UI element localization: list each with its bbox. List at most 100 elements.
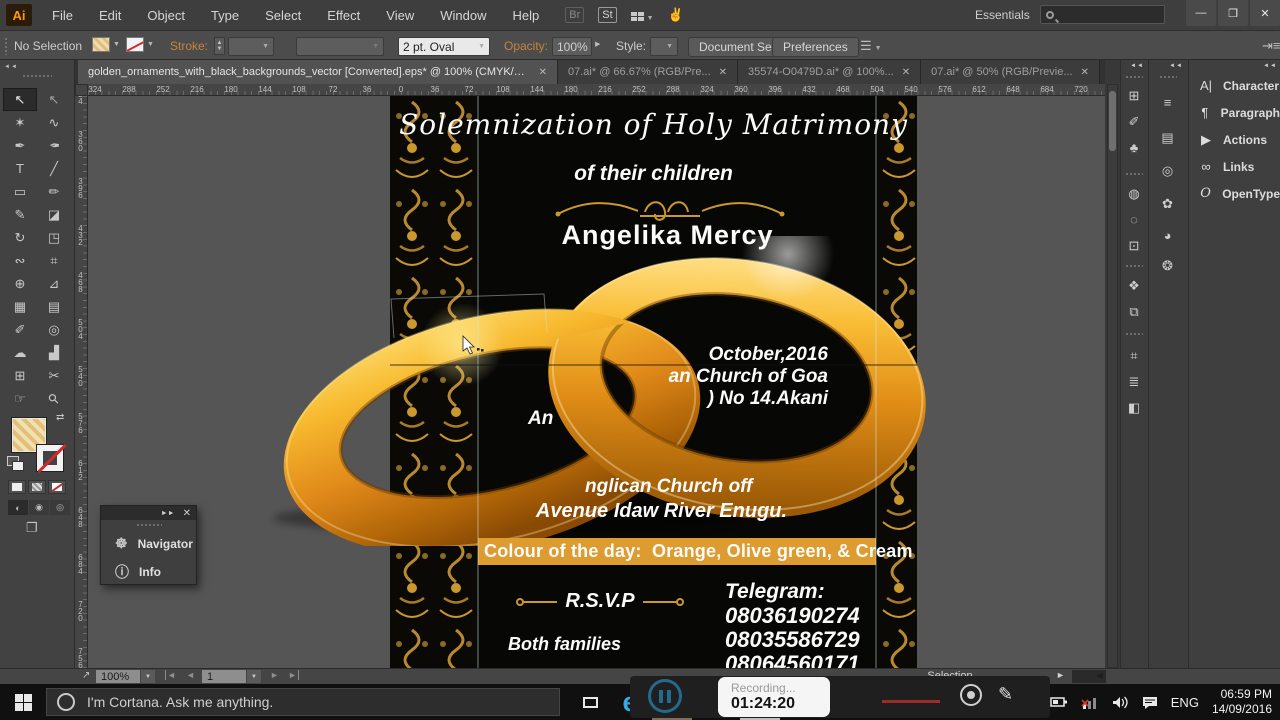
color-panel-icon[interactable]: ✿ bbox=[1162, 196, 1173, 212]
webcam-icon[interactable] bbox=[960, 684, 982, 706]
minimize-button[interactable]: — bbox=[1186, 0, 1216, 26]
prev-artboard-icon[interactable]: ◄ bbox=[186, 670, 195, 680]
dock-collapse-icon[interactable]: ◄◄ bbox=[1121, 60, 1147, 72]
control-panel-menu-icon[interactable]: ⇥≡ bbox=[1262, 38, 1280, 54]
scroll-left-icon[interactable]: ◄ bbox=[1094, 670, 1105, 682]
dock-collapse-icon[interactable]: ◄◄ bbox=[1149, 60, 1186, 72]
tab-golden-ornaments[interactable]: golden_ornaments_with_black_backgrounds_… bbox=[78, 60, 558, 84]
cs-live-icon[interactable]: ✌ bbox=[668, 7, 684, 23]
navigator-item[interactable]: ☸ Navigator bbox=[101, 530, 196, 557]
dock-grip[interactable] bbox=[1125, 332, 1143, 336]
language-indicator[interactable]: ENG bbox=[1171, 695, 1199, 710]
artboard-number-field[interactable]: 1 bbox=[202, 670, 246, 683]
rectangle-tool[interactable]: ▭ bbox=[3, 180, 37, 203]
menu-file[interactable]: File bbox=[40, 4, 85, 27]
stroke-weight-field[interactable]: ▼ bbox=[228, 37, 274, 56]
perspective-grid-tool[interactable]: ⊿ bbox=[37, 272, 71, 295]
menu-select[interactable]: Select bbox=[253, 4, 313, 27]
align-glyphs-icon[interactable]: ☰▼ bbox=[860, 38, 882, 54]
tab-close-icon[interactable]: ✕ bbox=[902, 67, 910, 78]
line-segment-tool[interactable]: ╱ bbox=[37, 157, 71, 180]
stroke-weight-label[interactable]: Stroke: bbox=[170, 39, 208, 53]
free-transform-tool[interactable]: ⌗ bbox=[37, 249, 71, 272]
artboard-dropdown-icon[interactable]: ▼ bbox=[247, 670, 261, 683]
vertical-scrollbar[interactable] bbox=[1107, 84, 1118, 668]
battery-icon[interactable] bbox=[1050, 696, 1068, 708]
mesh-tool[interactable]: ▦ bbox=[3, 295, 37, 318]
tab-35574[interactable]: 35574-O0479D.ai* @ 100%... ✕ bbox=[738, 60, 921, 84]
pen-tool[interactable]: ✒ bbox=[3, 134, 37, 157]
bridge-button[interactable]: Br bbox=[565, 7, 584, 23]
swatches-panel-icon[interactable]: ⊞ bbox=[1129, 88, 1140, 104]
dock-grip[interactable] bbox=[1159, 75, 1177, 79]
control-bar-grip[interactable] bbox=[4, 37, 9, 55]
type-tool[interactable]: T bbox=[3, 157, 37, 180]
eyedropper-tool[interactable]: ✐ bbox=[3, 318, 37, 341]
action-center-icon[interactable] bbox=[1142, 696, 1158, 709]
menu-window[interactable]: Window bbox=[428, 4, 498, 27]
swap-fill-stroke-icon[interactable]: ⇄ bbox=[56, 412, 64, 423]
artboards-panel-icon[interactable]: ⧉ bbox=[1129, 304, 1138, 320]
scale-tool[interactable]: ◳ bbox=[37, 226, 71, 249]
curvature-tool[interactable]: ✒ bbox=[37, 134, 71, 157]
stock-button[interactable]: St bbox=[598, 7, 616, 23]
dock-collapse-icon[interactable]: ◄◄ bbox=[1189, 60, 1280, 72]
default-fill-stroke-icon[interactable] bbox=[7, 456, 19, 466]
dock-grip[interactable] bbox=[1125, 264, 1143, 268]
lasso-tool[interactable]: ∿ bbox=[37, 111, 71, 134]
pause-recording-button[interactable] bbox=[648, 679, 682, 713]
stroke-color-swatch[interactable] bbox=[126, 37, 144, 52]
brushes-panel-icon[interactable]: ✐ bbox=[1129, 114, 1140, 130]
annotate-pencil-icon[interactable]: ✎ bbox=[998, 684, 1013, 705]
appearance-panel-icon[interactable]: ❂ bbox=[1162, 258, 1173, 274]
slice-tool[interactable]: ✂ bbox=[37, 364, 71, 387]
dock-grip[interactable] bbox=[1125, 75, 1143, 79]
draw-behind-icon[interactable]: ◉ bbox=[29, 500, 49, 515]
floating-panel-titlebar[interactable]: ►► ✕ bbox=[101, 506, 196, 520]
restore-button[interactable]: ❐ bbox=[1218, 0, 1248, 26]
tab-07-66[interactable]: 07.ai* @ 66.67% (RGB/Pre... ✕ bbox=[558, 60, 738, 84]
artboard-options-panel-icon[interactable]: ⊡ bbox=[1129, 238, 1140, 254]
selection-tool[interactable]: ↖ bbox=[3, 88, 37, 111]
ruler-corner[interactable] bbox=[75, 84, 88, 96]
paintbrush-tool[interactable]: ✏ bbox=[37, 180, 71, 203]
tab-07-50[interactable]: 07.ai* @ 50% (RGB/Previe... ✕ bbox=[921, 60, 1100, 84]
search-input[interactable] bbox=[1040, 5, 1165, 24]
shape-builder-tool[interactable]: ⊕ bbox=[3, 272, 37, 295]
opacity-field[interactable]: 100% bbox=[552, 37, 592, 56]
stroke-options-panel-icon[interactable]: ≡ bbox=[1164, 95, 1172, 110]
panel-character[interactable]: A| Character bbox=[1189, 72, 1280, 99]
gradient-button[interactable] bbox=[28, 480, 46, 494]
blend-tool[interactable]: ◎ bbox=[37, 318, 71, 341]
pathfinder-panel-icon[interactable]: ◧ bbox=[1128, 400, 1140, 416]
stroke-panel-icon[interactable]: ◌ bbox=[1130, 212, 1138, 227]
arrange-documents-icon[interactable]: ▼ bbox=[631, 8, 654, 23]
direct-selection-tool[interactable]: ↖ bbox=[37, 88, 71, 111]
panel-close-icon[interactable]: ✕ bbox=[183, 508, 191, 519]
last-artboard-icon[interactable]: ► bbox=[288, 670, 299, 680]
artboard-tool[interactable]: ⊞ bbox=[3, 364, 37, 387]
opacity-dropdown-icon[interactable]: ▶ bbox=[595, 40, 600, 48]
menu-edit[interactable]: Edit bbox=[87, 4, 133, 27]
toolbox-collapse-icon[interactable]: ◄◄ bbox=[0, 60, 74, 74]
shaper-tool[interactable]: ✎ bbox=[3, 203, 37, 226]
menu-object[interactable]: Object bbox=[135, 4, 197, 27]
menu-type[interactable]: Type bbox=[199, 4, 251, 27]
none-button[interactable] bbox=[48, 480, 66, 494]
export-icon[interactable]: ↗ bbox=[82, 670, 90, 681]
brush-definition-dropdown[interactable]: 2 pt. Oval▼ bbox=[398, 37, 490, 56]
symbols-panel-icon[interactable]: ♣ bbox=[1130, 140, 1139, 155]
tab-close-icon[interactable]: ✕ bbox=[539, 67, 547, 78]
info-item[interactable]: ⓘ Info bbox=[101, 557, 196, 587]
fill-dropdown-icon[interactable]: ▼ bbox=[113, 41, 120, 48]
cortana-search-input[interactable]: I'm Cortana. Ask me anything. bbox=[46, 688, 560, 716]
align-panel-icon[interactable]: ≣ bbox=[1129, 374, 1140, 390]
gradient-panel-icon[interactable]: ▤ bbox=[1161, 130, 1173, 146]
scrollbar-thumb[interactable] bbox=[1109, 91, 1116, 151]
column-graph-tool[interactable]: ▟ bbox=[37, 341, 71, 364]
toolbox-grip[interactable] bbox=[22, 74, 52, 79]
panel-links[interactable]: ∞ Links bbox=[1189, 153, 1280, 180]
transparency-panel-icon[interactable]: ◎ bbox=[1162, 163, 1173, 179]
hand-tool[interactable]: ☞ bbox=[3, 387, 37, 410]
cc-libraries-panel-icon[interactable]: ◍ bbox=[1128, 186, 1139, 202]
